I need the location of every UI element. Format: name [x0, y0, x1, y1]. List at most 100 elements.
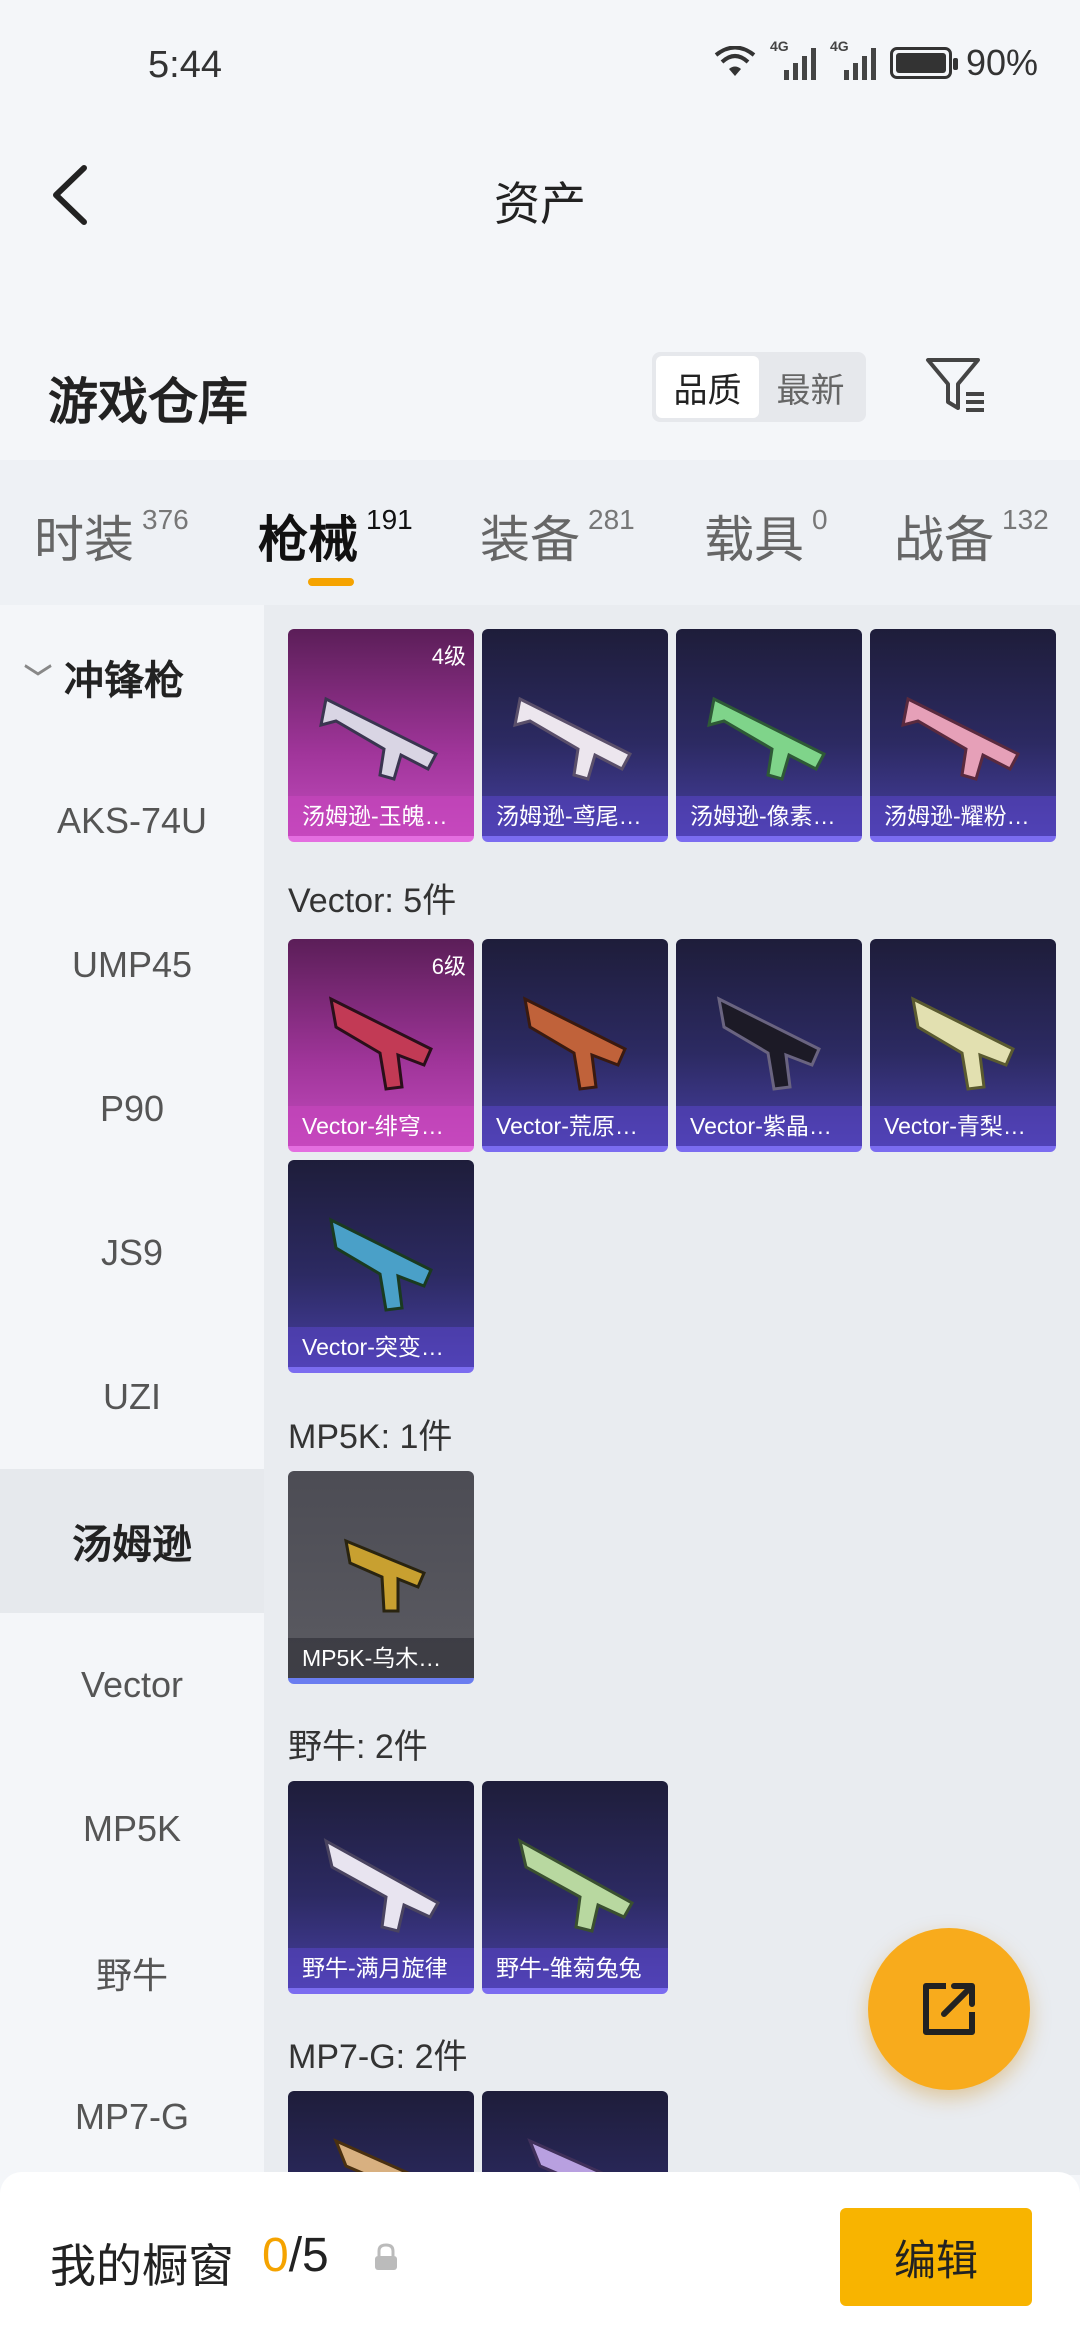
sidebar-item-p90[interactable]: P90: [0, 1037, 264, 1181]
gun-image: [328, 1217, 433, 1312]
gun-image: [344, 1538, 426, 1613]
sidebar-item-uzi[interactable]: UZI: [0, 1325, 264, 1469]
edit-button[interactable]: 编辑: [840, 2208, 1032, 2306]
sort-newest-button[interactable]: 最新: [759, 356, 862, 418]
tab-count: 376: [142, 504, 189, 535]
warehouse-title: 游戏仓库: [48, 374, 248, 430]
sidebar-item-bison[interactable]: 野牛: [0, 1901, 264, 2045]
chevron-down-icon: ﹀: [24, 663, 53, 694]
tab-label: 载具: [704, 512, 804, 568]
gun-image: [910, 996, 1015, 1091]
item-card[interactable]: 野牛-雏菊兔兔: [482, 1781, 668, 1994]
vector-row: Vector-突变…: [288, 1160, 474, 1373]
gun-image: [333, 2138, 417, 2175]
category-tabs: 时装 376 枪械 191 装备 281 载具 0 战备 132: [0, 460, 1080, 605]
sidebar-item-ump45[interactable]: UMP45: [0, 893, 264, 1037]
mp5k-row: MP5K-乌木…: [288, 1471, 474, 1684]
item-name: Vector-紫晶…: [676, 1106, 862, 1146]
showcase-count: 0/5: [262, 2228, 329, 2283]
item-name: MP5K-乌木…: [288, 1638, 474, 1678]
item-card[interactable]: Vector-荒原…: [482, 939, 668, 1152]
bottom-bar: 我的橱窗 0/5 编辑: [0, 2172, 1080, 2340]
sidebar-item-thompson[interactable]: 汤姆逊: [0, 1469, 264, 1613]
item-card[interactable]: [288, 2091, 474, 2175]
showcase-count-current: 0: [262, 2229, 289, 2282]
item-card[interactable]: 汤姆逊-鸢尾…: [482, 629, 668, 842]
item-card[interactable]: 汤姆逊-耀粉…: [870, 629, 1056, 842]
tab-vehicles[interactable]: 载具 0: [704, 500, 828, 572]
gun-image: [901, 696, 1021, 781]
lock-icon: [375, 2243, 397, 2270]
share-fab[interactable]: [868, 1928, 1030, 2090]
wifi-icon: [714, 46, 756, 76]
item-card[interactable]: 4级 汤姆逊-玉魄…: [288, 629, 474, 842]
item-card[interactable]: MP5K-乌木…: [288, 1471, 474, 1684]
item-name: 汤姆逊-鸢尾…: [482, 796, 668, 836]
sidebar-group-label: 冲锋枪: [64, 659, 185, 703]
share-icon: [923, 1983, 975, 2035]
mp7g-row: [288, 2091, 668, 2175]
item-card[interactable]: [482, 2091, 668, 2175]
group-label-mp7g: MP7-G: 2件: [288, 2038, 468, 2076]
sidebar-item-mp5k[interactable]: MP5K: [0, 1757, 264, 1901]
gun-image: [716, 996, 821, 1091]
item-name: 汤姆逊-玉魄…: [288, 796, 474, 836]
tab-count: 281: [588, 504, 635, 535]
active-tab-indicator: [308, 578, 354, 586]
sidebar-item-mp7g[interactable]: MP7-G: [0, 2045, 264, 2175]
gun-image: [707, 696, 827, 781]
tab-label: 战备: [894, 512, 994, 568]
status-time: 5:44: [148, 44, 222, 86]
showcase-label: 我的橱窗: [50, 2240, 234, 2292]
battery-icon: [889, 47, 958, 79]
item-card[interactable]: Vector-青梨…: [870, 939, 1056, 1152]
item-name: 野牛-满月旋律: [288, 1948, 474, 1988]
sidebar-item-vector[interactable]: Vector: [0, 1613, 264, 1757]
item-card[interactable]: 汤姆逊-像素…: [676, 629, 862, 842]
header: 资产: [0, 130, 1080, 260]
item-name: Vector-突变…: [288, 1327, 474, 1367]
item-name: 汤姆逊-像素…: [676, 796, 862, 836]
status-bar: 5:44 4G 4G 90%: [0, 0, 1080, 130]
tab-label: 装备: [480, 512, 580, 568]
status-icons: 4G 4G 90%: [714, 38, 1038, 84]
signal-icon-2: 4G: [830, 38, 876, 80]
vector-row: 6级 Vector-绯穹… Vector-荒原… Vector-紫晶… Vect…: [288, 939, 1056, 1152]
sort-quality-button[interactable]: 品质: [656, 356, 759, 418]
item-card[interactable]: 6级 Vector-绯穹…: [288, 939, 474, 1152]
group-label-mp5k: MP5K: 1件: [288, 1418, 453, 1456]
item-name: 汤姆逊-耀粉…: [870, 796, 1056, 836]
sidebar-item-js9[interactable]: JS9: [0, 1181, 264, 1325]
gun-image: [323, 1838, 441, 1933]
group-label-vector: Vector: 5件: [288, 882, 457, 920]
tab-count: 0: [812, 504, 828, 535]
sidebar-item-aks74u[interactable]: AKS-74U: [0, 749, 264, 893]
showcase-count-total: /5: [288, 2229, 329, 2282]
tab-fashion[interactable]: 时装 376: [34, 500, 189, 572]
tab-label: 枪械: [258, 512, 358, 568]
item-card[interactable]: Vector-紫晶…: [676, 939, 862, 1152]
gun-image: [319, 696, 439, 781]
sidebar-group-smg[interactable]: ﹀ 冲锋枪: [0, 605, 264, 749]
tab-supplies[interactable]: 战备 132: [894, 500, 1049, 572]
net-type-label-2: 4G: [829, 38, 849, 54]
gun-image: [522, 996, 627, 1091]
tab-count: 191: [366, 504, 413, 535]
thompson-row: 4级 汤姆逊-玉魄… 汤姆逊-鸢尾… 汤姆逊-像素… 汤姆逊-耀粉…: [288, 629, 1056, 842]
item-card[interactable]: Vector-突变…: [288, 1160, 474, 1373]
sort-toggle: 品质 最新: [652, 352, 866, 422]
tab-count: 132: [1002, 504, 1049, 535]
gun-image: [328, 996, 433, 1091]
bison-row: 野牛-满月旋律 野牛-雏菊兔兔: [288, 1781, 668, 1994]
weapon-sidebar: ﹀ 冲锋枪 AKS-74U UMP45 P90 JS9 UZI 汤姆逊 Vect…: [0, 605, 264, 2175]
gun-image: [513, 696, 633, 781]
tab-equipment[interactable]: 装备 281: [480, 500, 635, 572]
battery-percent: 90%: [965, 42, 1038, 83]
item-name: Vector-荒原…: [482, 1106, 668, 1146]
group-label-bison: 野牛: 2件: [288, 1728, 428, 1766]
tab-firearms[interactable]: 枪械 191: [258, 500, 413, 586]
item-name: Vector-青梨…: [870, 1106, 1056, 1146]
filter-icon[interactable]: [922, 352, 988, 418]
item-card[interactable]: 野牛-满月旋律: [288, 1781, 474, 1994]
signal-icon: 4G: [770, 38, 816, 80]
